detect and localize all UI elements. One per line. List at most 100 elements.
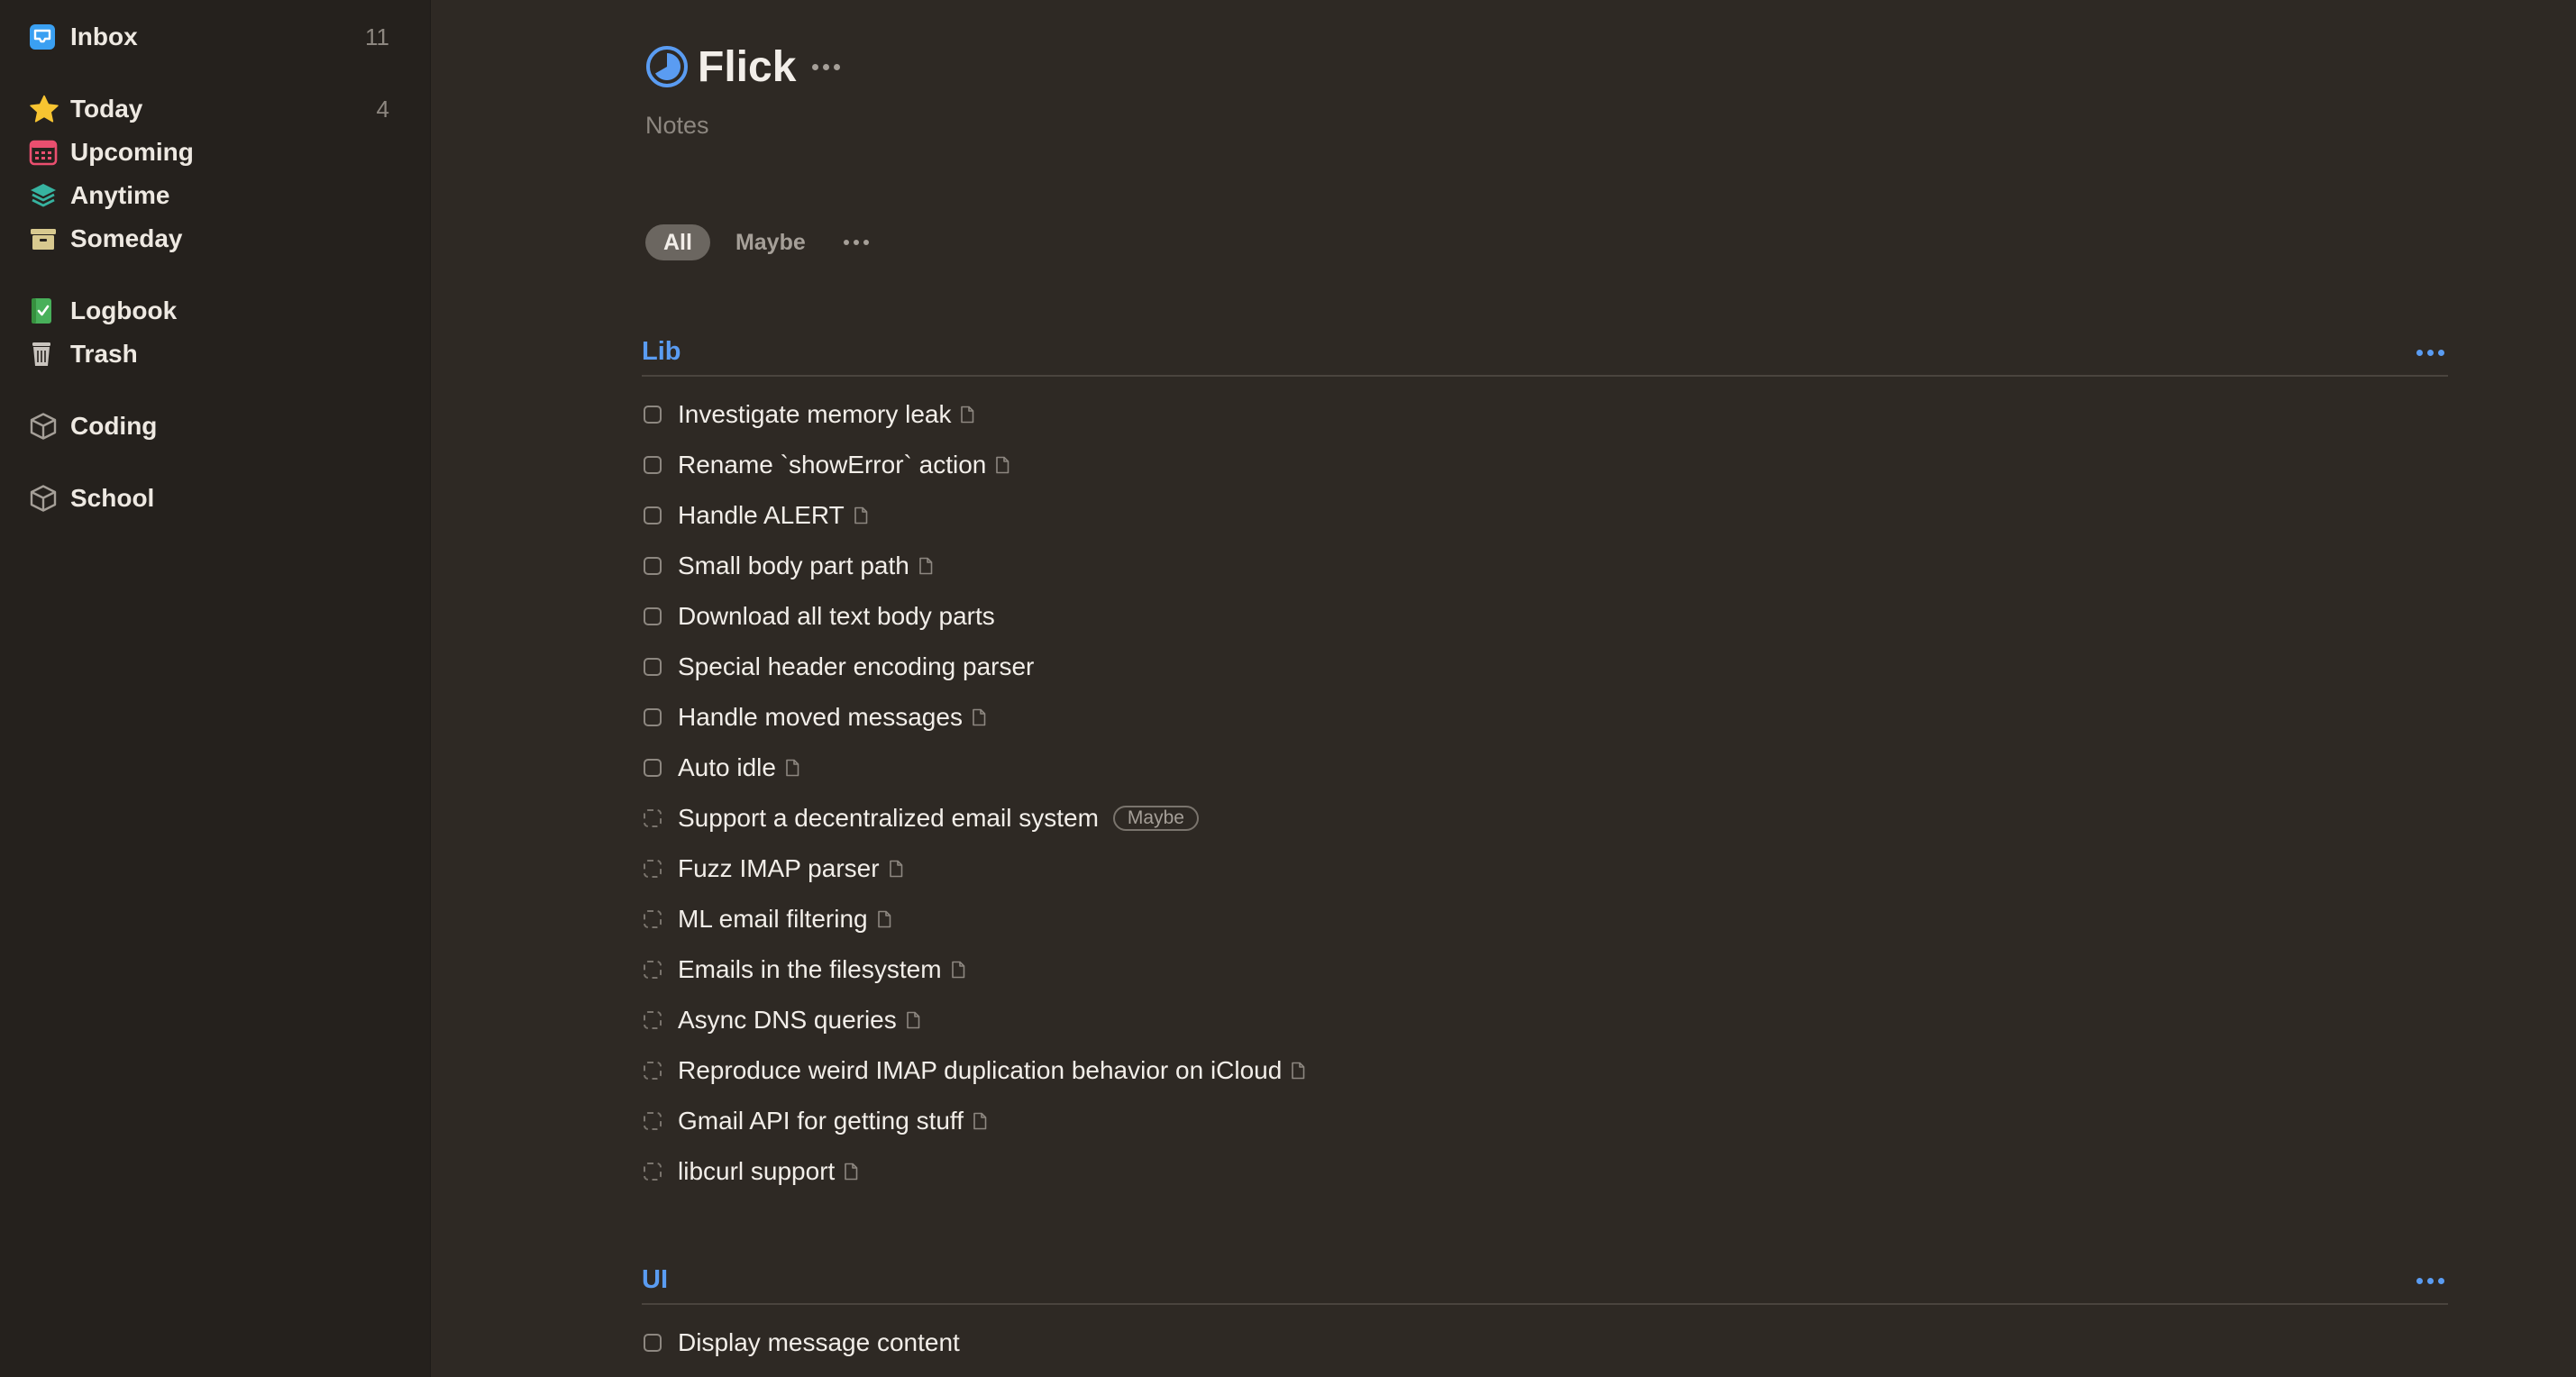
filter-maybe-button[interactable]: Maybe [717, 224, 824, 260]
sidebar-item-trash[interactable]: Trash [29, 333, 389, 376]
todo-item[interactable]: Investigate memory leak [642, 395, 2084, 434]
sidebar-item-upcoming[interactable]: Upcoming [29, 131, 389, 174]
sidebar-item-school[interactable]: School [29, 477, 389, 520]
todo-checkbox[interactable] [644, 658, 662, 676]
sidebar-item-logbook[interactable]: Logbook [29, 289, 389, 333]
heading-more-button[interactable] [2416, 350, 2444, 356]
todo-item[interactable]: Async DNS queries [642, 1000, 2084, 1040]
todo-item[interactable]: Handle ALERT [642, 496, 2084, 535]
note-icon [785, 759, 799, 777]
todo-title[interactable]: libcurl support [678, 1157, 835, 1186]
heading-title[interactable]: UI [642, 1265, 668, 1295]
sidebar-item-label: Coding [70, 412, 158, 440]
archive-box-icon [29, 223, 65, 255]
todo-checkbox[interactable] [644, 910, 662, 928]
todo-checkbox[interactable] [644, 1163, 662, 1181]
todo-checkbox[interactable] [644, 759, 662, 777]
todo-checkbox[interactable] [644, 406, 662, 424]
sidebar-item-anytime[interactable]: Anytime [29, 174, 389, 217]
main-content: Flick Notes All Maybe Lib Investigate me… [431, 0, 2576, 1377]
sidebar-item-coding[interactable]: Coding [29, 405, 389, 448]
tag-badge[interactable]: Maybe [1112, 806, 1199, 831]
todo-item[interactable]: Special header encoding parser [642, 647, 2084, 687]
note-icon [918, 557, 933, 575]
todo-checkbox[interactable] [644, 607, 662, 625]
todo-item[interactable]: Handle moved messages [642, 698, 2084, 737]
todo-item[interactable]: Display message content [642, 1323, 2084, 1363]
todo-item[interactable]: Fuzz IMAP parser [642, 849, 2084, 889]
note-icon [854, 506, 868, 524]
todo-title[interactable]: Handle ALERT [678, 501, 845, 530]
note-icon [973, 1112, 987, 1130]
todo-checkbox[interactable] [644, 809, 662, 827]
sidebar-item-label: School [70, 484, 155, 512]
todo-checkbox[interactable] [644, 557, 662, 575]
calendar-icon [29, 136, 65, 169]
todo-title[interactable]: Fuzz IMAP parser [678, 854, 880, 883]
layers-icon [29, 179, 65, 212]
sidebar-item-label: Inbox [70, 23, 138, 50]
todo-title[interactable]: Reproduce weird IMAP duplication behavio… [678, 1056, 1282, 1085]
project-title[interactable]: Flick [698, 42, 796, 92]
sidebar-item-label: Today [70, 95, 143, 123]
logbook-icon [29, 295, 65, 327]
todo-item[interactable]: libcurl support [642, 1152, 2084, 1191]
todo-title[interactable]: Auto idle [678, 753, 776, 782]
today-count: 4 [376, 95, 389, 123]
todo-item[interactable]: Auto idle [642, 748, 2084, 788]
sidebar-item-inbox[interactable]: Inbox 11 [29, 15, 389, 59]
todo-title[interactable]: Rename `showError` action [678, 451, 986, 479]
todo-title[interactable]: Handle moved messages [678, 703, 963, 732]
star-icon [29, 93, 65, 125]
sidebar-item-today[interactable]: Today 4 [29, 87, 389, 131]
todo-title[interactable]: Emails in the filesystem [678, 955, 942, 984]
todo-checkbox[interactable] [644, 1062, 662, 1080]
todo-checkbox[interactable] [644, 1112, 662, 1130]
todo-title[interactable]: ML email filtering [678, 905, 868, 934]
todo-title[interactable]: Async DNS queries [678, 1006, 897, 1035]
note-icon [972, 708, 986, 726]
todo-title[interactable]: Gmail API for getting stuff [678, 1107, 964, 1135]
todo-checkbox[interactable] [644, 961, 662, 979]
todo-item[interactable]: Download all text body parts [642, 597, 2084, 636]
todo-title[interactable]: Small body part path [678, 552, 909, 580]
todo-item[interactable]: Gmail API for getting stuff [642, 1101, 2084, 1141]
project-more-button[interactable] [812, 49, 841, 85]
app-window: Inbox 11 Today 4 Upcoming Anytime Someda… [0, 0, 2576, 1377]
note-icon [844, 1163, 858, 1181]
note-icon [951, 961, 965, 979]
todo-checkbox[interactable] [644, 860, 662, 878]
todo-checkbox[interactable] [644, 1334, 662, 1352]
todo-item[interactable]: Rename `showError` action [642, 445, 2084, 485]
todo-item[interactable]: Small body part path [642, 546, 2084, 586]
todo-item[interactable]: Reproduce weird IMAP duplication behavio… [642, 1051, 2084, 1090]
project-notes-field[interactable]: Notes [645, 112, 709, 140]
note-icon [906, 1011, 920, 1029]
project-progress-icon[interactable] [645, 45, 689, 88]
trash-icon [29, 338, 65, 370]
todo-title[interactable]: Download all text body parts [678, 602, 995, 631]
todo-item[interactable]: Support a decentralized email system Mayb… [642, 798, 2084, 838]
filter-more-button[interactable] [843, 240, 869, 245]
sidebar-item-label: Someday [70, 224, 183, 252]
note-icon [1291, 1062, 1305, 1080]
todo-item[interactable]: ML email filtering [642, 899, 2084, 939]
sidebar-item-someday[interactable]: Someday [29, 217, 389, 260]
todo-checkbox[interactable] [644, 456, 662, 474]
todo-checkbox[interactable] [644, 708, 662, 726]
filter-all-button[interactable]: All [645, 224, 710, 260]
sidebar: Inbox 11 Today 4 Upcoming Anytime Someda… [0, 0, 431, 1377]
note-icon [995, 456, 1009, 474]
todo-title[interactable]: Display message content [678, 1328, 960, 1357]
todo-checkbox[interactable] [644, 506, 662, 524]
todo-title[interactable]: Special header encoding parser [678, 652, 1034, 681]
heading-more-button[interactable] [2416, 1278, 2444, 1284]
todo-title[interactable]: Support a decentralized email system [678, 804, 1099, 833]
area-cube-icon [29, 410, 65, 442]
heading-title[interactable]: Lib [642, 337, 681, 367]
todo-item[interactable]: Emails in the filesystem [642, 950, 2084, 989]
inbox-count: 11 [365, 23, 389, 50]
todo-checkbox[interactable] [644, 1011, 662, 1029]
todo-title[interactable]: Investigate memory leak [678, 400, 951, 429]
sidebar-item-label: Logbook [70, 296, 178, 324]
